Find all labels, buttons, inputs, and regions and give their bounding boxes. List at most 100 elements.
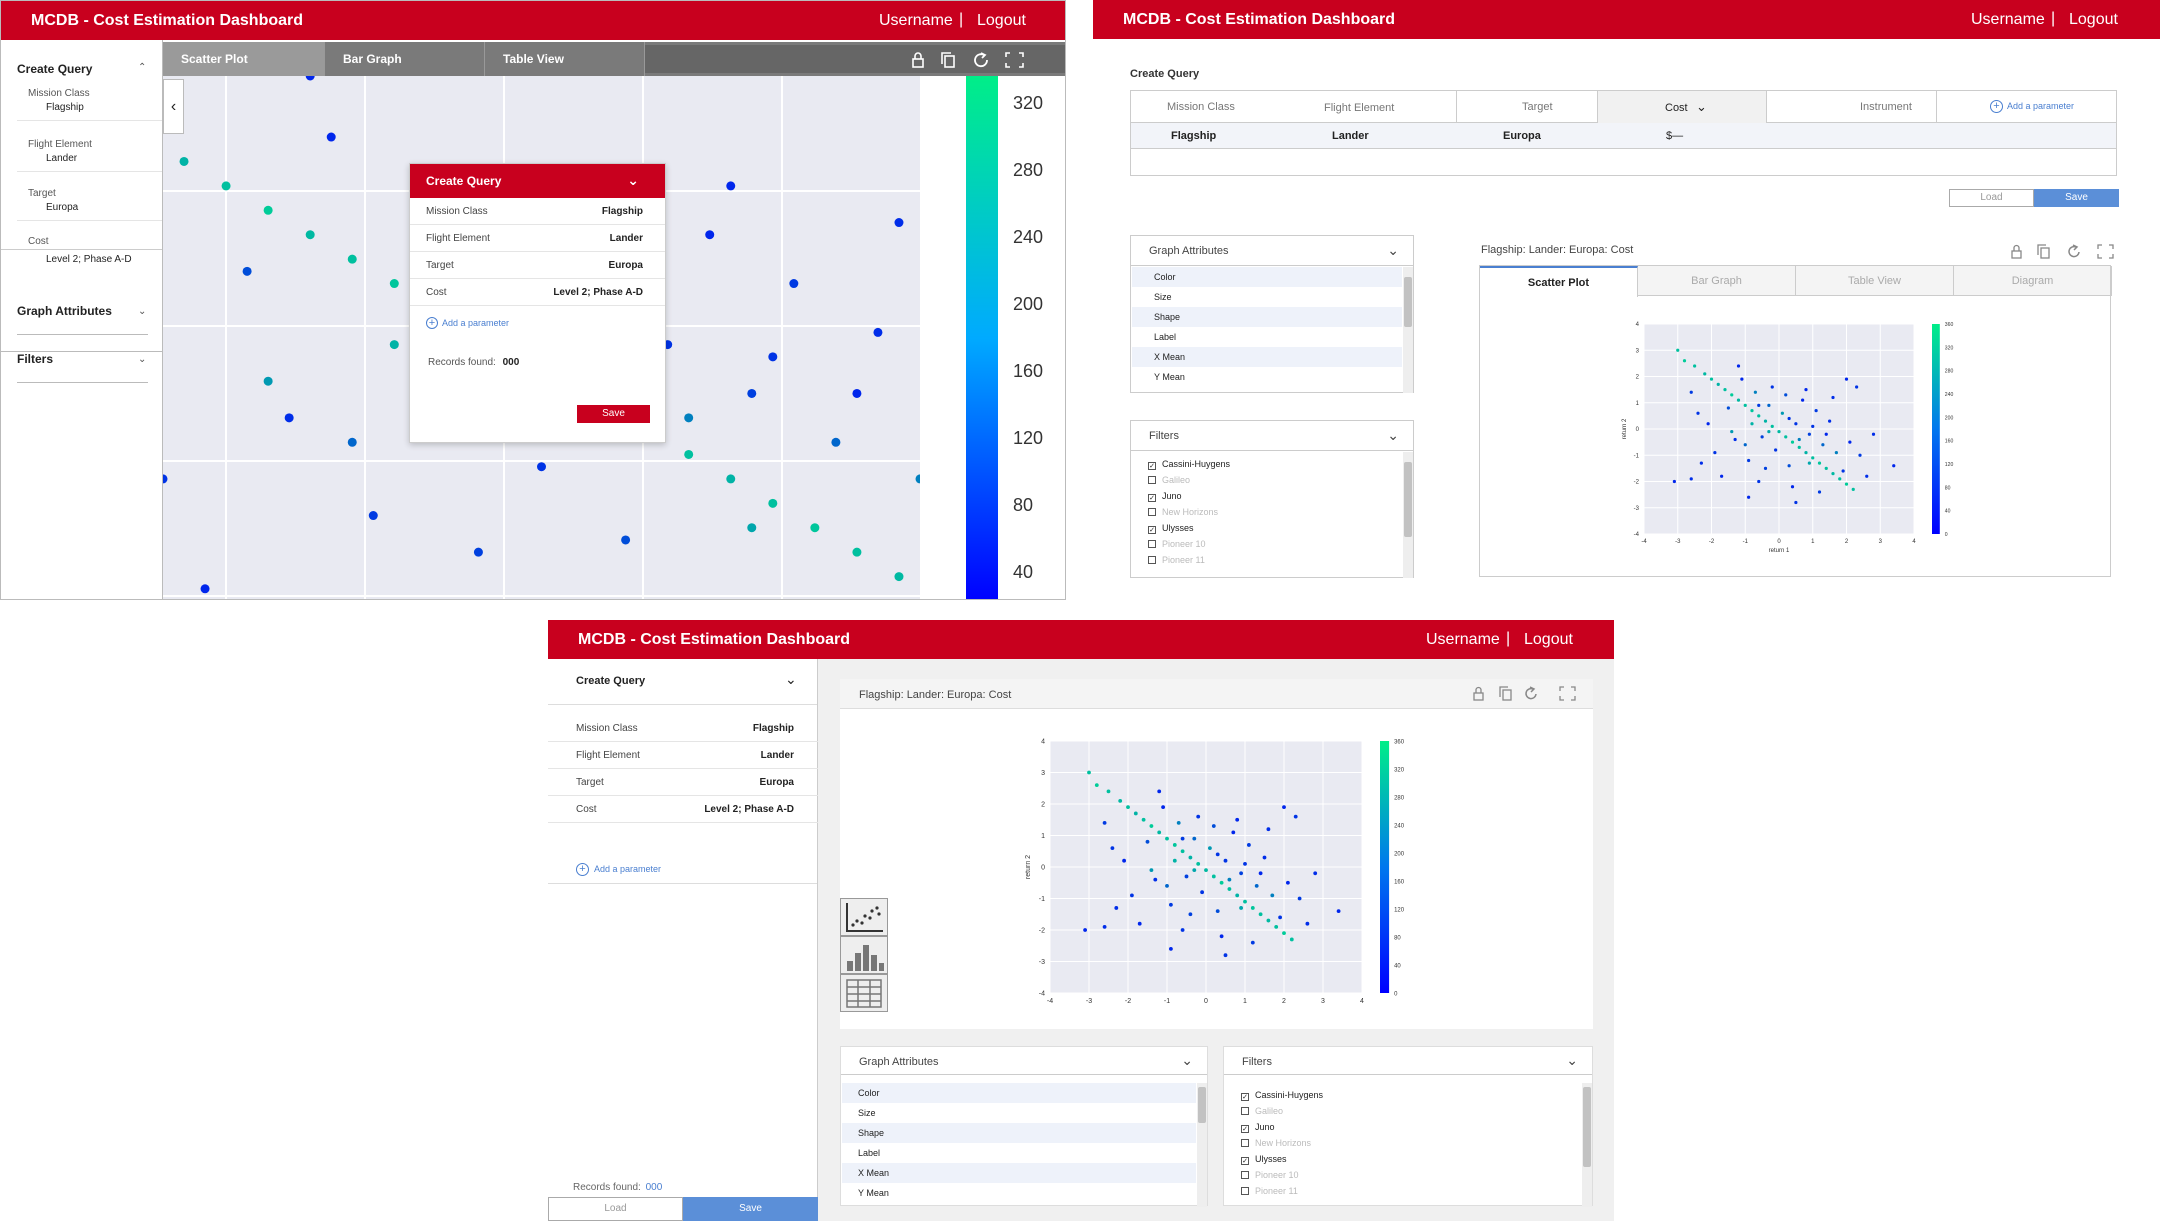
data-point[interactable] bbox=[1774, 448, 1778, 452]
data-point[interactable] bbox=[347, 437, 357, 447]
add-parameter-link[interactable]: + Add a parameter bbox=[426, 317, 509, 329]
data-point[interactable] bbox=[1824, 466, 1828, 470]
data-point[interactable] bbox=[1855, 385, 1859, 389]
scatter-plot-canvas[interactable]: -4 -3 -2 -1 0 1 2 3 4 4 3 2 1 0 -1 -2 -3 -4 return 1 return… bbox=[1610, 316, 1970, 556]
data-point[interactable] bbox=[1161, 805, 1165, 810]
data-point[interactable] bbox=[368, 511, 378, 521]
data-point[interactable] bbox=[789, 279, 799, 289]
copy-icon[interactable] bbox=[1499, 686, 1512, 701]
list-item[interactable]: New Horizons bbox=[1132, 502, 1402, 518]
data-point[interactable] bbox=[1740, 377, 1744, 381]
lock-icon[interactable] bbox=[2011, 244, 2022, 259]
data-point[interactable] bbox=[263, 205, 273, 215]
data-point[interactable] bbox=[1289, 937, 1294, 942]
list-item[interactable]: Pioneer 11 bbox=[1225, 1181, 1579, 1197]
data-point[interactable] bbox=[1811, 456, 1815, 460]
data-point[interactable] bbox=[1083, 928, 1087, 932]
checkbox[interactable] bbox=[1241, 1171, 1249, 1179]
list-item[interactable]: Size bbox=[1132, 287, 1402, 307]
data-point[interactable] bbox=[1797, 437, 1801, 442]
data-point[interactable] bbox=[1817, 461, 1822, 465]
query-field-row[interactable]: Mission Class Flagship bbox=[548, 715, 818, 742]
data-point[interactable] bbox=[1149, 824, 1154, 828]
refresh-icon[interactable] bbox=[974, 52, 988, 68]
data-point[interactable] bbox=[894, 572, 904, 582]
list-item[interactable]: ✓ Ulysses bbox=[1132, 518, 1402, 534]
data-point[interactable] bbox=[1188, 912, 1193, 917]
chevron-down-icon[interactable]: ⌄ bbox=[138, 306, 146, 317]
data-point[interactable] bbox=[1747, 495, 1751, 499]
data-point[interactable] bbox=[1243, 861, 1247, 866]
list-item[interactable]: New Horizons bbox=[1225, 1133, 1579, 1149]
data-point[interactable] bbox=[1726, 406, 1730, 410]
data-point[interactable] bbox=[1706, 422, 1710, 426]
data-point[interactable] bbox=[705, 230, 715, 240]
data-point[interactable] bbox=[1777, 430, 1781, 434]
data-point[interactable] bbox=[894, 218, 904, 228]
graph-attributes-header[interactable]: Graph Attributes ⌄ bbox=[841, 1047, 1207, 1075]
checkbox[interactable]: ✓ bbox=[1241, 1157, 1249, 1165]
data-point[interactable] bbox=[1804, 451, 1808, 455]
list-item[interactable]: Label bbox=[1132, 327, 1402, 347]
data-point[interactable] bbox=[1169, 947, 1173, 951]
data-point[interactable] bbox=[1219, 880, 1224, 885]
data-point[interactable] bbox=[1305, 921, 1310, 926]
data-point[interactable] bbox=[1682, 359, 1687, 363]
data-point[interactable] bbox=[1196, 814, 1201, 819]
list-item[interactable]: Shape bbox=[1132, 307, 1402, 327]
load-button[interactable]: Load bbox=[1949, 189, 2034, 207]
list-item[interactable]: Galileo bbox=[1132, 470, 1402, 486]
data-point[interactable] bbox=[1703, 372, 1707, 376]
data-point[interactable] bbox=[1266, 918, 1271, 923]
data-point[interactable] bbox=[1801, 398, 1805, 402]
data-point[interactable] bbox=[1828, 419, 1832, 423]
data-point[interactable] bbox=[831, 437, 841, 447]
data-point[interactable] bbox=[1200, 890, 1204, 895]
checkbox[interactable]: ✓ bbox=[1148, 462, 1156, 470]
query-field-row[interactable]: Target Europa bbox=[548, 769, 818, 796]
scrollbar[interactable] bbox=[1403, 267, 1413, 393]
data-point[interactable] bbox=[1180, 849, 1185, 854]
header-flight-element[interactable]: Flight Element bbox=[1324, 102, 1394, 114]
data-point[interactable] bbox=[1258, 871, 1263, 876]
filters-section[interactable]: Filters ⌄ bbox=[1, 352, 162, 392]
data-point[interactable] bbox=[1784, 393, 1788, 397]
query-row[interactable]: Flagship Lander Europa $— bbox=[1131, 123, 2116, 149]
checkbox[interactable]: ✓ bbox=[1148, 494, 1156, 502]
checkbox[interactable] bbox=[1148, 556, 1156, 564]
data-point[interactable] bbox=[1266, 827, 1271, 832]
graph-attributes-heading[interactable]: Graph Attributes bbox=[17, 304, 112, 318]
data-point[interactable] bbox=[1211, 824, 1216, 828]
list-item[interactable]: Shape bbox=[842, 1123, 1196, 1143]
tab-scatter-plot[interactable]: Scatter Plot bbox=[1480, 266, 1638, 297]
data-point[interactable] bbox=[1274, 924, 1279, 929]
list-item[interactable]: ✓ Juno bbox=[1225, 1117, 1579, 1133]
data-point[interactable] bbox=[1858, 453, 1862, 457]
data-point[interactable] bbox=[1180, 836, 1185, 841]
data-point[interactable] bbox=[1804, 388, 1808, 392]
data-point[interactable] bbox=[1126, 805, 1130, 810]
data-point[interactable] bbox=[1763, 419, 1768, 423]
data-point[interactable] bbox=[1208, 846, 1212, 850]
scrollbar[interactable] bbox=[1197, 1083, 1207, 1207]
username-link[interactable]: Username bbox=[879, 12, 953, 30]
checkbox[interactable] bbox=[1241, 1139, 1249, 1147]
data-point[interactable] bbox=[1672, 479, 1676, 484]
header-cost-selected[interactable]: Cost ⌄ bbox=[1597, 91, 1767, 123]
data-point[interactable] bbox=[1797, 445, 1801, 449]
data-point[interactable] bbox=[1747, 458, 1751, 463]
data-point[interactable] bbox=[1730, 430, 1734, 434]
fullscreen-icon[interactable] bbox=[1005, 52, 1024, 68]
data-point[interactable] bbox=[1231, 830, 1236, 835]
data-point[interactable] bbox=[1219, 934, 1224, 939]
data-point[interactable] bbox=[1767, 430, 1771, 434]
data-point[interactable] bbox=[1149, 868, 1154, 873]
filters-heading[interactable]: Filters bbox=[17, 352, 53, 366]
data-point[interactable] bbox=[1137, 921, 1142, 926]
checkbox[interactable] bbox=[1148, 508, 1156, 516]
list-item[interactable]: ✓ Ulysses bbox=[1225, 1149, 1579, 1165]
data-point[interactable] bbox=[1763, 466, 1768, 470]
list-item[interactable]: X Mean bbox=[842, 1163, 1196, 1183]
data-point[interactable] bbox=[852, 547, 862, 557]
data-point[interactable] bbox=[1821, 443, 1825, 447]
